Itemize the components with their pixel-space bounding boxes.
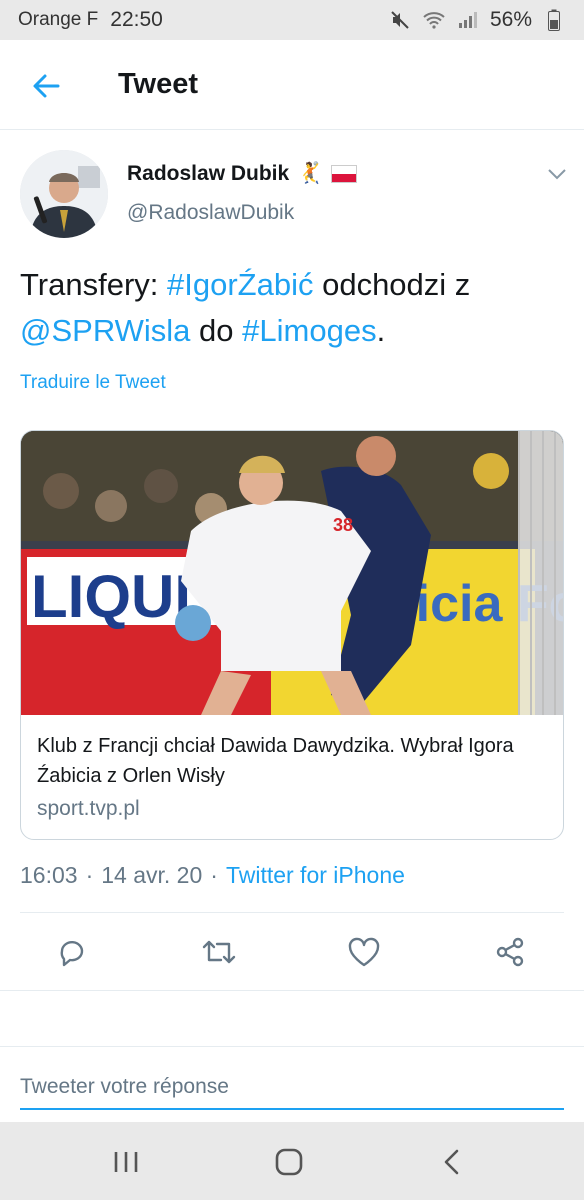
tweet-text-part: odchodzi z [313, 267, 471, 302]
recents-button[interactable] [106, 1142, 146, 1182]
tweet-text-part: do [190, 313, 243, 348]
tweet-actions [0, 914, 584, 990]
tweet-menu-button[interactable] [543, 160, 571, 188]
share-button[interactable] [490, 932, 530, 972]
card-domain: sport.tvp.pl [37, 797, 140, 820]
author-name-text: Radoslaw Dubik [127, 162, 290, 185]
meta-separator: · [210, 862, 218, 888]
retweet-icon [202, 940, 236, 964]
poland-flag-icon [331, 165, 358, 183]
page-title: Tweet [118, 68, 199, 100]
divider [20, 912, 564, 913]
tweet-source-link[interactable]: Twitter for iPhone [226, 862, 405, 889]
home-icon [275, 1148, 303, 1176]
tweet-text: Transfery: #IgorŹabić odchodzi z @SPRWis… [20, 262, 560, 354]
recents-icon [114, 1152, 138, 1172]
mention-link[interactable]: @SPRWisla [20, 313, 190, 348]
status-bar: Orange F 22:50 56% [0, 0, 584, 40]
divider [0, 1046, 584, 1047]
battery-percent: 56% [489, 8, 532, 31]
app-header: Tweet [0, 40, 584, 130]
retweet-button[interactable] [199, 932, 239, 972]
jersey-number: 38 [333, 515, 353, 535]
signal-icon [456, 8, 480, 32]
handball-emoji: 🤾 [297, 162, 324, 185]
tweet-text-part: Transfery: [20, 267, 167, 302]
card-title: Klub z Francji chciał Dawida Dawydzika. … [37, 735, 514, 787]
arrow-left-icon [33, 74, 60, 98]
wifi-icon [422, 8, 446, 32]
tweet-date: 14 avr. 20 [101, 862, 203, 888]
share-icon [496, 937, 524, 967]
home-button[interactable] [269, 1142, 309, 1182]
clock: 22:50 [110, 8, 163, 31]
link-card[interactable]: LIQUI MOLI fficia Food 38 Klub z Francji… [20, 430, 564, 840]
hashtag-link[interactable]: #Limoges [242, 313, 376, 348]
avatar[interactable] [20, 150, 108, 238]
tweet-text-part: . [376, 313, 386, 348]
tweet-meta: 16:03 · 14 avr. 20 · Twitter for iPhone [20, 862, 405, 889]
tweet-time: 16:03 [20, 862, 78, 888]
divider [0, 990, 584, 991]
like-button[interactable] [344, 932, 384, 972]
like-icon [348, 937, 380, 967]
carrier-label: Orange F [18, 9, 99, 30]
reply-icon [60, 940, 84, 967]
back-icon [444, 1149, 459, 1175]
author-handle[interactable]: @RadoslawDubik [127, 201, 294, 225]
system-back-button[interactable] [432, 1142, 472, 1182]
reply-input[interactable] [20, 1066, 564, 1110]
mute-icon [388, 8, 412, 32]
reply-button[interactable] [52, 932, 92, 972]
system-nav-bar [0, 1122, 584, 1200]
battery-icon [542, 8, 566, 32]
translate-tweet-link[interactable]: Traduire le Tweet [20, 372, 166, 394]
back-button[interactable] [28, 68, 64, 104]
meta-separator: · [85, 862, 94, 888]
hashtag-link[interactable]: #IgorŹabić [167, 267, 313, 302]
card-image: LIQUI MOLI fficia Food 38 [21, 431, 563, 715]
author-name[interactable]: Radoslaw Dubik 🤾 [127, 162, 358, 186]
chevron-down-icon [548, 169, 566, 180]
